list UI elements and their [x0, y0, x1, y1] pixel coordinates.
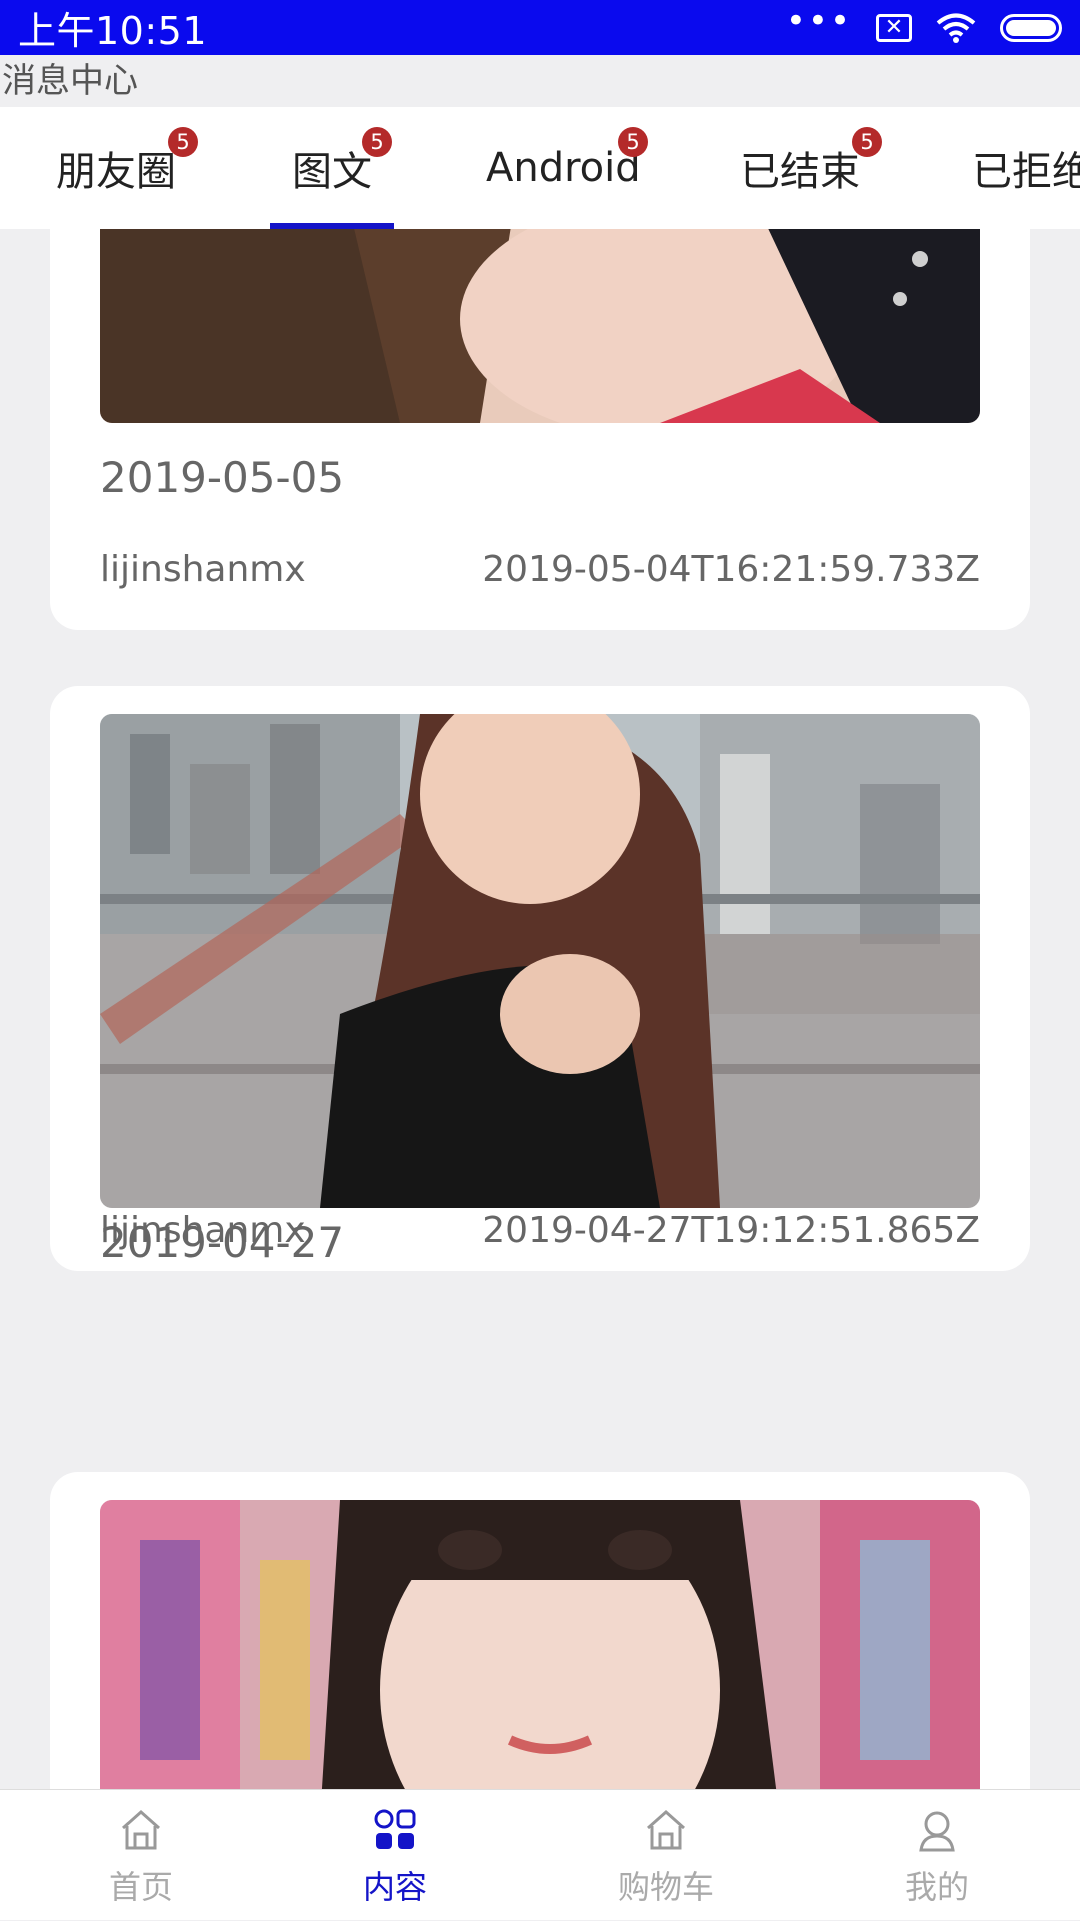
post-image — [100, 229, 980, 423]
tab-label: 图文 — [292, 149, 372, 195]
nav-label: 购物车 — [617, 1868, 714, 1906]
nav-label: 内容 — [362, 1868, 427, 1906]
page-title: 消息中心 — [0, 55, 1080, 107]
nav-content[interactable]: 内容 — [325, 1790, 465, 1921]
nav-label: 我的 — [904, 1868, 969, 1906]
tab-label: Android — [486, 145, 641, 191]
tab-badge: 5 — [362, 127, 392, 157]
tab-android[interactable]: Android 5 — [486, 107, 648, 229]
post-author: lijinshanmx — [100, 549, 306, 590]
tab-image-text[interactable]: 图文 5 — [292, 107, 392, 229]
cart-icon — [647, 1809, 685, 1850]
nav-label: 首页 — [108, 1868, 173, 1906]
tab-bar: 朋友圈 5 图文 5 Android 5 已结束 5 已拒绝 — [0, 107, 1080, 229]
tab-badge: 5 — [168, 127, 198, 157]
more-dots-icon: ••• — [785, 0, 852, 41]
nav-home[interactable]: 首页 — [71, 1790, 211, 1921]
post-date: 2019-05-05 — [100, 453, 345, 502]
tab-label: 朋友圈 — [56, 149, 176, 195]
tab-moments[interactable]: 朋友圈 5 — [56, 107, 198, 229]
post-card[interactable]: 2019-04-27 lijinshanmx 2019-04-27T19:12:… — [50, 686, 1030, 1271]
post-image — [100, 1500, 980, 1789]
tab-label: 已结束 — [740, 149, 860, 195]
tab-ended[interactable]: 已结束 5 — [740, 107, 882, 229]
tab-rejected[interactable]: 已拒绝 — [972, 107, 1080, 229]
post-timestamp: 2019-05-04T16:21:59.733Z — [482, 549, 980, 590]
nav-cart[interactable]: 购物车 — [596, 1790, 736, 1921]
nav-profile[interactable]: 我的 — [867, 1790, 1007, 1921]
battery-icon — [1000, 13, 1062, 42]
post-card[interactable]: 2019-05-05 lijinshanmx 2019-05-04T16:21:… — [50, 229, 1030, 630]
bottom-navigation: 首页 内容 购物车 我的 — [0, 1789, 1080, 1920]
grid-icon — [374, 1809, 416, 1849]
tab-badge: 5 — [618, 127, 648, 157]
post-author: lijinshanmx — [100, 1210, 306, 1251]
tab-badge: 5 — [852, 127, 882, 157]
profile-icon — [919, 1811, 955, 1852]
status-time: 上午10:51 — [18, 9, 208, 53]
post-card[interactable] — [50, 1472, 1030, 1789]
status-icons: ••• ✕ — [786, 4, 1062, 44]
tab-label: 已拒绝 — [972, 149, 1080, 195]
post-image — [100, 714, 980, 1208]
post-list[interactable]: 2019-05-05 lijinshanmx 2019-05-04T16:21:… — [0, 229, 1080, 1789]
wifi-icon — [936, 13, 976, 43]
sim-x-icon: ✕ — [876, 13, 912, 42]
home-icon — [122, 1809, 160, 1850]
post-timestamp: 2019-04-27T19:12:51.865Z — [482, 1210, 980, 1251]
status-bar: 上午10:51 ••• ✕ — [0, 0, 1080, 55]
